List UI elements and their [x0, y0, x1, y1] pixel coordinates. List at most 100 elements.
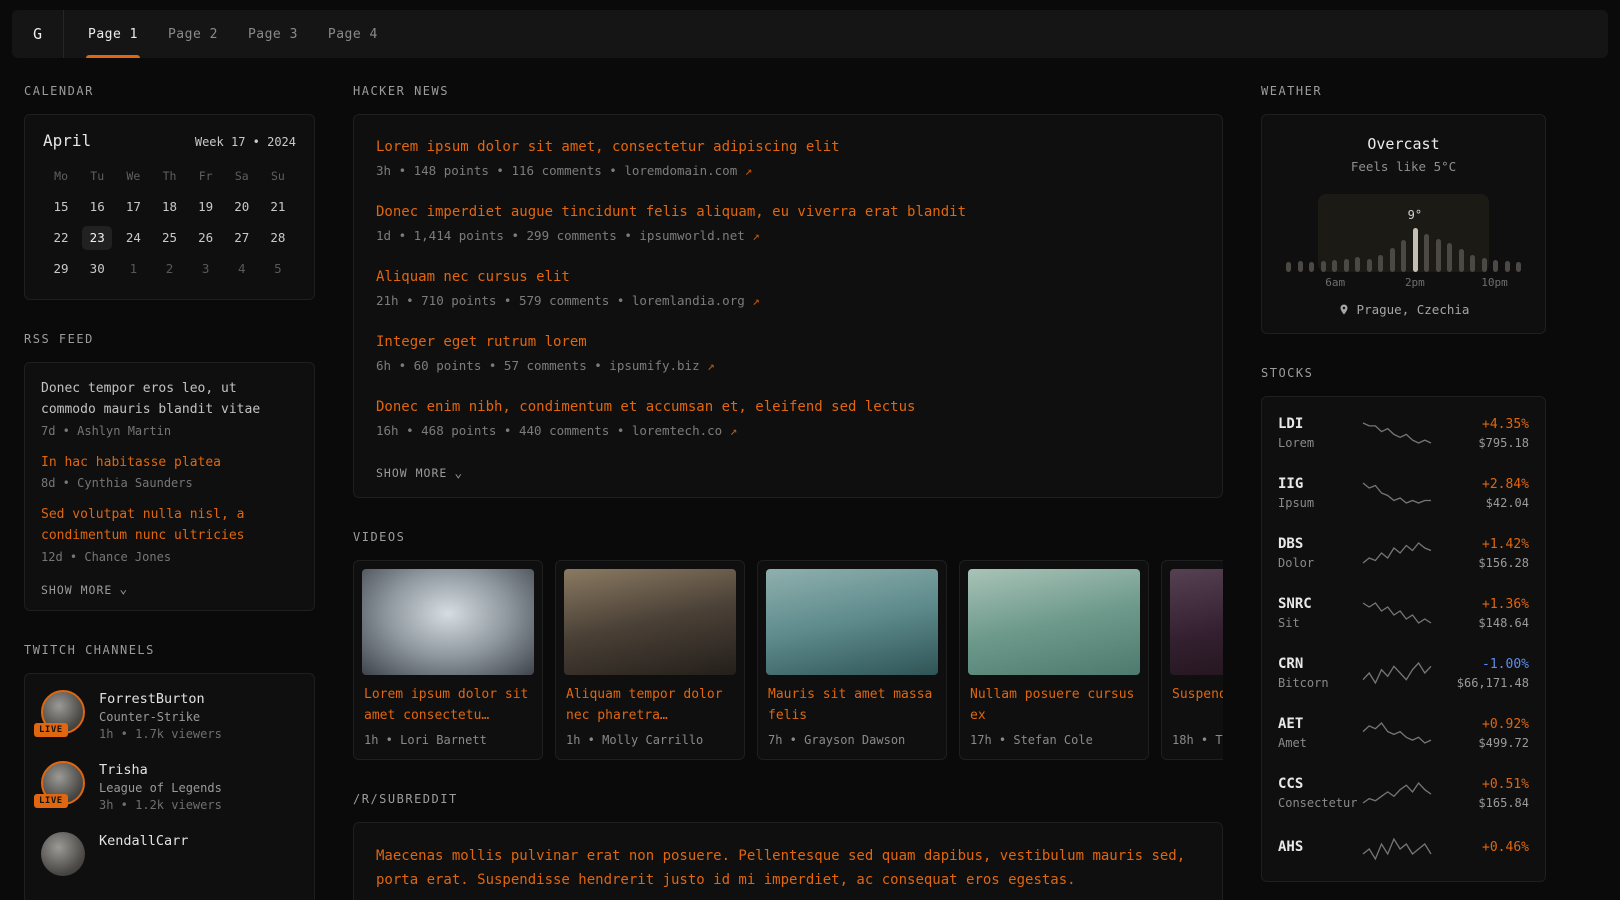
- weather-time-axis: 6am2pm10pm: [1284, 276, 1523, 290]
- stock-name: Amet: [1278, 736, 1361, 750]
- stock-row[interactable]: AHS +0.46%: [1278, 823, 1529, 875]
- tab-page-2[interactable]: Page 2: [166, 10, 220, 58]
- calendar-day: 27: [224, 226, 260, 250]
- video-title-link[interactable]: Mauris sit amet massa felis: [768, 685, 936, 727]
- weather-widget: WEATHER Overcast Feels like 5°C 9° 6am2p…: [1261, 84, 1546, 334]
- hn-show-more-button[interactable]: SHOW MORE ⌄: [376, 466, 463, 480]
- video-title-link[interactable]: Nullam posuere cursus ex: [970, 685, 1138, 727]
- hackernews-widget-title: HACKER NEWS: [353, 84, 1223, 98]
- app-logo[interactable]: G: [12, 10, 64, 58]
- rss-item: Sed volutpat nulla nisl, a condimentum n…: [41, 505, 298, 564]
- rss-link[interactable]: In hac habitasse platea: [41, 453, 298, 474]
- reddit-post-link[interactable]: Maecenas mollis pulvinar erat non posuer…: [376, 845, 1200, 893]
- external-link-icon[interactable]: ↗: [707, 358, 715, 373]
- stock-price: $165.84: [1433, 796, 1529, 810]
- rss-link[interactable]: Sed volutpat nulla nisl, a condimentum n…: [41, 505, 298, 547]
- stock-sparkline: [1361, 540, 1433, 566]
- channel-avatar[interactable]: LIVE: [41, 690, 85, 734]
- hn-story-link[interactable]: Aliquam nec cursus elit: [376, 267, 1200, 288]
- calendar-day: 15: [43, 195, 79, 219]
- video-thumbnail[interactable]: [362, 569, 534, 675]
- stock-change: +1.36%: [1433, 597, 1529, 612]
- weather-bar: [1332, 260, 1337, 272]
- channel-viewers: 1h • 1.7k viewers: [99, 727, 222, 741]
- video-title-link[interactable]: Aliquam tempor dolor nec pharetra…: [566, 685, 734, 727]
- twitch-widget: TWITCH CHANNELS LIVE ForrestBurton Count…: [24, 643, 315, 900]
- stock-price: $148.64: [1433, 616, 1529, 630]
- stock-change: -1.00%: [1433, 657, 1529, 672]
- stock-change: +0.46%: [1433, 840, 1529, 855]
- stocks-card: LDILorem +4.35%$795.18 IIGIpsum +2.84%$4…: [1261, 396, 1546, 882]
- channel-viewers: 3h • 1.2k viewers: [99, 798, 222, 812]
- tab-page-3[interactable]: Page 3: [246, 10, 300, 58]
- hn-story-link[interactable]: Lorem ipsum dolor sit amet, consectetur …: [376, 137, 1200, 158]
- video-card: Nullam posuere cursus ex 17h • Stefan Co…: [959, 560, 1149, 760]
- channel-avatar[interactable]: LIVE: [41, 761, 85, 805]
- rss-meta: 7d • Ashlyn Martin: [41, 424, 298, 438]
- calendar-day: 30: [79, 257, 115, 281]
- rss-show-more-button[interactable]: SHOW MORE ⌄: [41, 583, 128, 597]
- stock-row[interactable]: IIGIpsum +2.84%$42.04: [1278, 463, 1529, 523]
- calendar-week-year: Week 17 • 2024: [195, 135, 296, 149]
- weather-bar: [1321, 261, 1326, 272]
- calendar-card: April Week 17 • 2024 MoTuWeThFrSaSu15161…: [24, 114, 315, 300]
- video-meta: 18h • Tara: [1172, 733, 1223, 747]
- calendar-widget-title: CALENDAR: [24, 84, 315, 98]
- video-title-link[interactable]: Lorem ipsum dolor sit amet consectetu…: [364, 685, 532, 727]
- channel-name-link[interactable]: KendallCarr: [99, 833, 188, 849]
- channel-name-link[interactable]: ForrestBurton: [99, 691, 222, 707]
- channel-name-link[interactable]: Trisha: [99, 762, 222, 778]
- stock-row[interactable]: SNRCSit +1.36%$148.64: [1278, 583, 1529, 643]
- video-card: Aliquam tempor dolor nec pharetra… 1h • …: [555, 560, 745, 760]
- calendar-weekday: We: [115, 164, 151, 188]
- show-more-label: SHOW MORE: [376, 466, 447, 480]
- video-title-link[interactable]: Suspendisse diam: [1172, 685, 1223, 727]
- reddit-post: Maecenas mollis pulvinar erat non posuer…: [376, 845, 1200, 900]
- calendar-day: 25: [151, 226, 187, 250]
- external-link-icon[interactable]: ↗: [752, 293, 760, 308]
- hn-story-link[interactable]: Donec imperdiet augue tincidunt felis al…: [376, 202, 1200, 223]
- calendar-day: 20: [224, 195, 260, 219]
- external-link-icon[interactable]: ↗: [730, 423, 738, 438]
- hn-story-link[interactable]: Donec enim nibh, condimentum et accumsan…: [376, 397, 1200, 418]
- video-thumbnail[interactable]: [1170, 569, 1223, 675]
- external-link-icon[interactable]: ↗: [752, 228, 760, 243]
- live-badge: LIVE: [34, 723, 68, 737]
- page-tabs: Page 1 Page 2 Page 3 Page 4: [64, 10, 402, 58]
- stock-price: $42.04: [1433, 496, 1529, 510]
- calendar-day: 1: [115, 257, 151, 281]
- stock-row[interactable]: CCSConsectetur +0.51%$165.84: [1278, 763, 1529, 823]
- weather-hourly-chart: 9° 6am2pm10pm: [1284, 192, 1523, 290]
- hn-story-meta: 1d • 1,414 points • 299 comments • ipsum…: [376, 228, 1200, 243]
- live-badge: LIVE: [34, 794, 68, 808]
- hn-story-link[interactable]: Integer eget rutrum lorem: [376, 332, 1200, 353]
- weather-widget-title: WEATHER: [1261, 84, 1546, 98]
- weather-bar: [1470, 255, 1475, 272]
- tab-page-1[interactable]: Page 1: [86, 10, 140, 58]
- weather-bar: [1378, 255, 1383, 272]
- channel-avatar[interactable]: [41, 832, 85, 876]
- hn-story-meta: 21h • 710 points • 579 comments • loreml…: [376, 293, 1200, 308]
- tab-page-4[interactable]: Page 4: [326, 10, 380, 58]
- video-meta: 1h • Molly Carrillo: [566, 733, 734, 747]
- weather-location[interactable]: Prague, Czechia: [1278, 302, 1529, 317]
- hackernews-card: Lorem ipsum dolor sit amet, consectetur …: [353, 114, 1223, 498]
- calendar-weekday: Mo: [43, 164, 79, 188]
- video-thumbnail[interactable]: [564, 569, 736, 675]
- stocks-widget-title: STOCKS: [1261, 366, 1546, 380]
- video-thumbnail[interactable]: [968, 569, 1140, 675]
- stock-row[interactable]: DBSDolor +1.42%$156.28: [1278, 523, 1529, 583]
- calendar-day: 5: [260, 257, 296, 281]
- external-link-icon[interactable]: ↗: [745, 163, 753, 178]
- weather-bar: [1367, 259, 1372, 272]
- hn-meta-text: 16h • 468 points • 440 comments • loremt…: [376, 423, 722, 438]
- stock-row[interactable]: CRNBitcorn -1.00%$66,171.48: [1278, 643, 1529, 703]
- twitch-channel: LIVE Trisha League of Legends 3h • 1.2k …: [41, 761, 298, 812]
- rss-link[interactable]: Donec tempor eros leo, ut commodo mauris…: [41, 379, 298, 421]
- video-thumbnail[interactable]: [766, 569, 938, 675]
- stock-price: $499.72: [1433, 736, 1529, 750]
- stock-change: +1.42%: [1433, 537, 1529, 552]
- stock-row[interactable]: LDILorem +4.35%$795.18: [1278, 403, 1529, 463]
- rss-meta: 8d • Cynthia Saunders: [41, 476, 298, 490]
- stock-row[interactable]: AETAmet +0.92%$499.72: [1278, 703, 1529, 763]
